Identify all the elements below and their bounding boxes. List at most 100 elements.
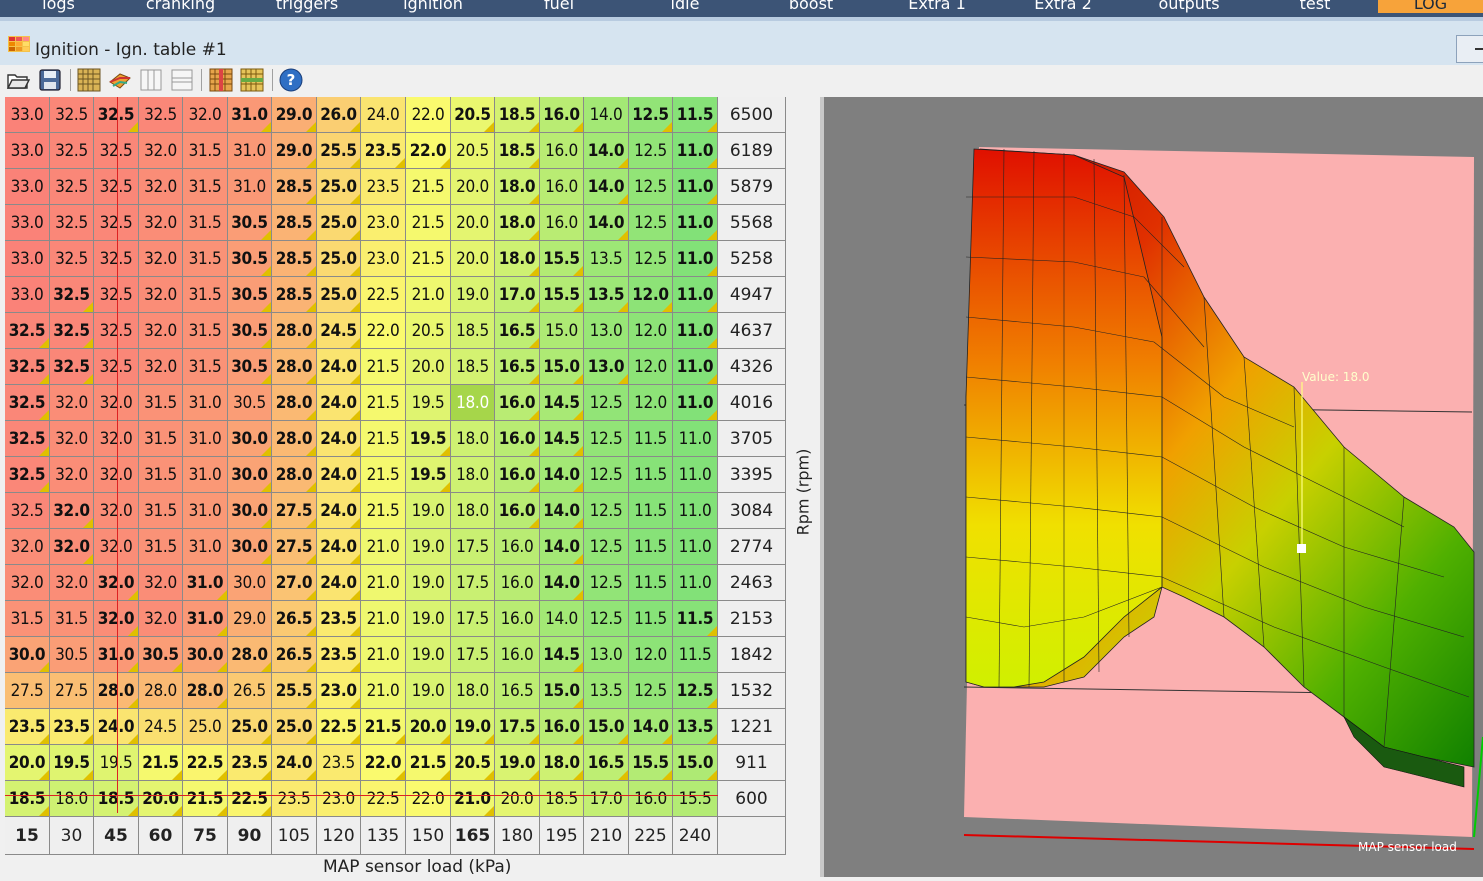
table-cell[interactable]: 17.0 [584, 781, 629, 817]
table-cell[interactable]: 19.0 [451, 709, 495, 745]
table-cell[interactable]: 12.5 [584, 421, 629, 457]
table-cell[interactable]: 19.5 [406, 385, 451, 421]
table-cell[interactable]: 11.5 [629, 457, 673, 493]
table-cell[interactable]: 18.0 [540, 745, 584, 781]
rpm-axis-cell[interactable]: 3395 [718, 457, 786, 493]
table-cell[interactable]: 28.5 [272, 205, 317, 241]
load-axis-cell[interactable]: 150 [406, 817, 451, 855]
table-cell[interactable]: 33.0 [5, 241, 50, 277]
table-cell[interactable]: 32.5 [50, 205, 94, 241]
table-cell[interactable]: 22.5 [183, 745, 228, 781]
table-cell[interactable]: 12.0 [629, 313, 673, 349]
table-cell[interactable]: 23.0 [361, 205, 406, 241]
table-cell[interactable]: 32.5 [50, 277, 94, 313]
table-cell[interactable]: 20.5 [451, 97, 495, 133]
table-cell[interactable]: 21.0 [451, 781, 495, 817]
table-cell[interactable]: 12.0 [629, 637, 673, 673]
table-cell[interactable]: 32.5 [139, 97, 183, 133]
table-cell[interactable]: 15.5 [540, 277, 584, 313]
table-cell[interactable]: 24.0 [272, 745, 317, 781]
table-cell[interactable]: 32.5 [50, 169, 94, 205]
table-cell[interactable]: 23.5 [361, 169, 406, 205]
table-cell[interactable]: 21.5 [361, 493, 406, 529]
table-cell[interactable]: 32.0 [139, 277, 183, 313]
rpm-axis-cell[interactable]: 2153 [718, 601, 786, 637]
table-cell[interactable]: 31.5 [183, 313, 228, 349]
table-cell[interactable]: 31.0 [183, 457, 228, 493]
table-cell[interactable]: 18.0 [50, 781, 94, 817]
table-cell[interactable]: 31.5 [139, 529, 183, 565]
table-cell[interactable]: 12.0 [629, 385, 673, 421]
table-cell[interactable]: 31.0 [228, 133, 272, 169]
table-cell[interactable]: 25.5 [317, 133, 361, 169]
table-cell[interactable]: 24.0 [317, 565, 361, 601]
table-cell[interactable]: 32.0 [50, 385, 94, 421]
table-cell[interactable]: 19.0 [406, 601, 451, 637]
table-cell[interactable]: 25.0 [317, 205, 361, 241]
table-cell[interactable]: 18.0 [495, 241, 540, 277]
table-cell[interactable]: 22.0 [406, 781, 451, 817]
table-cell[interactable]: 25.0 [317, 169, 361, 205]
3d-surface-view[interactable]: Value: 18.0 MAP sensor load [824, 97, 1483, 877]
table-cell[interactable]: 17.5 [451, 601, 495, 637]
table-cell[interactable]: 31.0 [183, 565, 228, 601]
table-cell[interactable]: 19.0 [406, 565, 451, 601]
table-cell[interactable]: 32.0 [139, 565, 183, 601]
menu-item-extra-2[interactable]: Extra 2 [1000, 0, 1126, 13]
table-cell[interactable]: 23.5 [361, 133, 406, 169]
table-cell[interactable]: 30.5 [228, 205, 272, 241]
table-cell[interactable]: 12.5 [629, 97, 673, 133]
table-cell[interactable]: 23.5 [5, 709, 50, 745]
table-cell[interactable]: 18.0 [495, 169, 540, 205]
table-cell[interactable]: 21.5 [361, 457, 406, 493]
load-axis-cell[interactable]: 225 [629, 817, 673, 855]
table-cell[interactable]: 20.0 [451, 241, 495, 277]
table-cell[interactable]: 31.5 [183, 241, 228, 277]
table-cell[interactable]: 21.0 [361, 673, 406, 709]
table-cell[interactable]: 31.0 [183, 421, 228, 457]
rpm-axis-cell[interactable]: 5568 [718, 205, 786, 241]
table-cell[interactable]: 24.0 [317, 457, 361, 493]
table-cell[interactable]: 31.5 [139, 493, 183, 529]
rpm-axis-cell[interactable]: 6189 [718, 133, 786, 169]
table-cell[interactable]: 32.0 [5, 565, 50, 601]
load-axis-cell[interactable]: 30 [50, 817, 94, 855]
table-cell[interactable]: 16.0 [495, 601, 540, 637]
table-cell[interactable]: 30.0 [228, 421, 272, 457]
table-cell[interactable]: 17.5 [495, 709, 540, 745]
table-cell[interactable]: 23.0 [317, 673, 361, 709]
table-cell[interactable]: 20.5 [406, 313, 451, 349]
table-cell[interactable]: 11.5 [673, 601, 718, 637]
table-cell[interactable]: 25.5 [272, 673, 317, 709]
table-cell[interactable]: 21.5 [406, 241, 451, 277]
table-cell[interactable]: 24.0 [361, 97, 406, 133]
table-cell[interactable]: 24.5 [139, 709, 183, 745]
table-cell[interactable]: 21.0 [361, 565, 406, 601]
table-cell[interactable]: 32.0 [183, 97, 228, 133]
table-cell[interactable]: 28.0 [183, 673, 228, 709]
table-cell[interactable]: 12.5 [584, 457, 629, 493]
table-cell[interactable]: 22.5 [317, 709, 361, 745]
table-cell[interactable]: 13.5 [584, 277, 629, 313]
table-cell[interactable]: 14.5 [540, 637, 584, 673]
table-cell[interactable]: 14.5 [540, 421, 584, 457]
table-cell[interactable]: 20.5 [451, 745, 495, 781]
3d-surface-canvas[interactable]: Value: 18.0 MAP sensor load [824, 97, 1483, 877]
table-cell[interactable]: 30.5 [228, 277, 272, 313]
table-cell[interactable]: 11.0 [673, 421, 718, 457]
menu-item-logs[interactable]: logs [0, 0, 117, 13]
menu-item-boost[interactable]: boost [748, 0, 874, 13]
table-cell[interactable]: 13.0 [584, 637, 629, 673]
table-cell[interactable]: 11.0 [673, 277, 718, 313]
table-cell[interactable]: 30.5 [228, 349, 272, 385]
table-cell[interactable]: 33.0 [5, 277, 50, 313]
table-cell[interactable]: 18.0 [451, 385, 495, 421]
table-cell[interactable]: 15.5 [540, 241, 584, 277]
table-cell[interactable]: 17.0 [495, 277, 540, 313]
table-cell[interactable]: 31.5 [183, 169, 228, 205]
menu-item-fuel[interactable]: fuel [496, 0, 622, 13]
table-cell[interactable]: 16.0 [495, 493, 540, 529]
table-cell[interactable]: 11.5 [629, 565, 673, 601]
table-cell[interactable]: 16.0 [540, 97, 584, 133]
table-cell[interactable]: 21.0 [361, 637, 406, 673]
